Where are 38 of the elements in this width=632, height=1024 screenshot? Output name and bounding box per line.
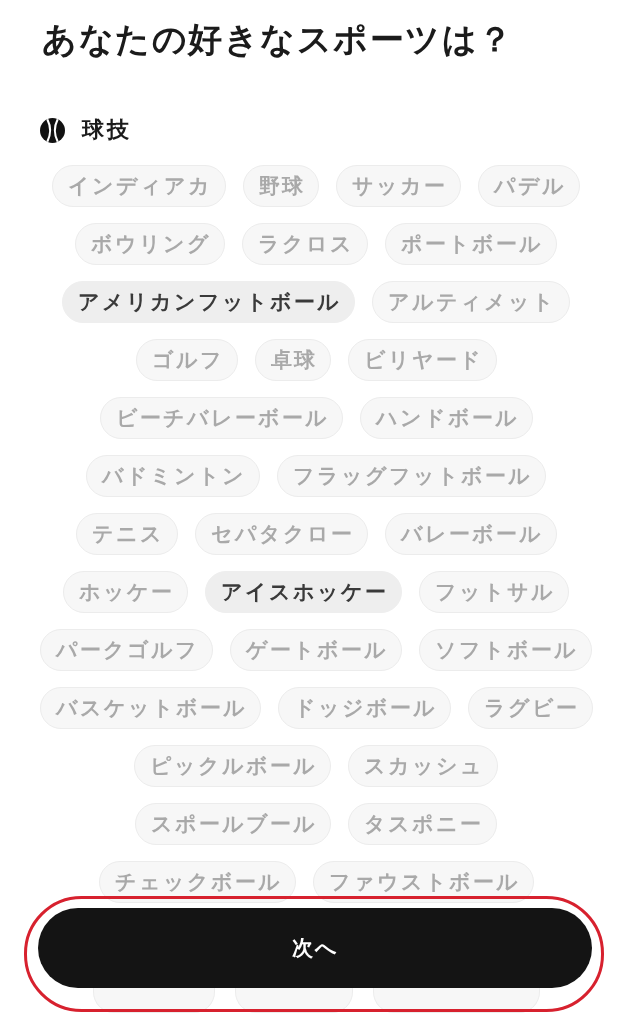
sport-chip[interactable]: ラグビー bbox=[467, 687, 593, 729]
sport-chip[interactable]: パークゴルフ bbox=[40, 629, 213, 671]
sport-chip[interactable]: ホッケー bbox=[63, 571, 188, 613]
sport-chip[interactable]: チェックボール bbox=[98, 861, 296, 903]
ball-icon bbox=[40, 117, 65, 143]
sport-chip[interactable]: ドッジボール bbox=[277, 687, 451, 729]
sport-chip[interactable]: スポールブール bbox=[135, 803, 331, 845]
next-button[interactable]: 次へ bbox=[38, 908, 592, 988]
sport-chip[interactable]: 野球 bbox=[243, 165, 319, 207]
sport-chip[interactable]: セパタクロー bbox=[194, 513, 368, 555]
sport-chip[interactable]: フラッグフットボール bbox=[277, 455, 546, 497]
sport-chip[interactable]: アルティメット bbox=[372, 281, 570, 323]
sport-chip[interactable]: ファウストボール bbox=[312, 861, 534, 903]
sport-chip[interactable]: 卓球 bbox=[254, 339, 331, 381]
sport-chip[interactable]: バレーボール bbox=[384, 513, 557, 555]
sport-chip[interactable]: ソフトボール bbox=[419, 629, 592, 671]
sport-chip[interactable]: スカッシュ bbox=[348, 745, 498, 787]
sport-chip[interactable]: ビーチバレーボール bbox=[99, 397, 343, 439]
sport-chip[interactable]: インディアカ bbox=[52, 165, 226, 207]
sport-chip[interactable]: ビリヤード bbox=[347, 339, 497, 381]
sport-chip[interactable]: フットサル bbox=[419, 571, 569, 613]
sport-chip[interactable]: アメリカンフットボール bbox=[62, 281, 355, 323]
sport-chip[interactable]: ボウリング bbox=[75, 223, 225, 265]
sport-chip[interactable]: バドミントン bbox=[86, 455, 260, 497]
sport-chip[interactable]: アイスホッケー bbox=[205, 571, 402, 613]
sport-chip[interactable]: ポートボール bbox=[385, 223, 557, 265]
sport-chip[interactable]: テニス bbox=[75, 513, 178, 555]
sport-chip[interactable]: バスケットボール bbox=[39, 687, 261, 729]
page-title: あなたの好きなスポーツは？ bbox=[42, 18, 515, 61]
sport-chip[interactable]: ラクロス bbox=[242, 223, 368, 265]
sport-chip[interactable]: パデル bbox=[478, 165, 580, 207]
sport-chip[interactable]: ハンドボール bbox=[359, 397, 533, 439]
sport-chip[interactable]: サッカー bbox=[336, 165, 461, 207]
sport-chip[interactable]: ピックルボール bbox=[134, 745, 331, 787]
category-heading: 球技 bbox=[82, 116, 132, 144]
sport-chip[interactable]: ゲートボール bbox=[230, 629, 402, 671]
sport-chip[interactable]: ゴルフ bbox=[135, 339, 238, 381]
sport-chip[interactable]: タスポニー bbox=[348, 803, 497, 845]
